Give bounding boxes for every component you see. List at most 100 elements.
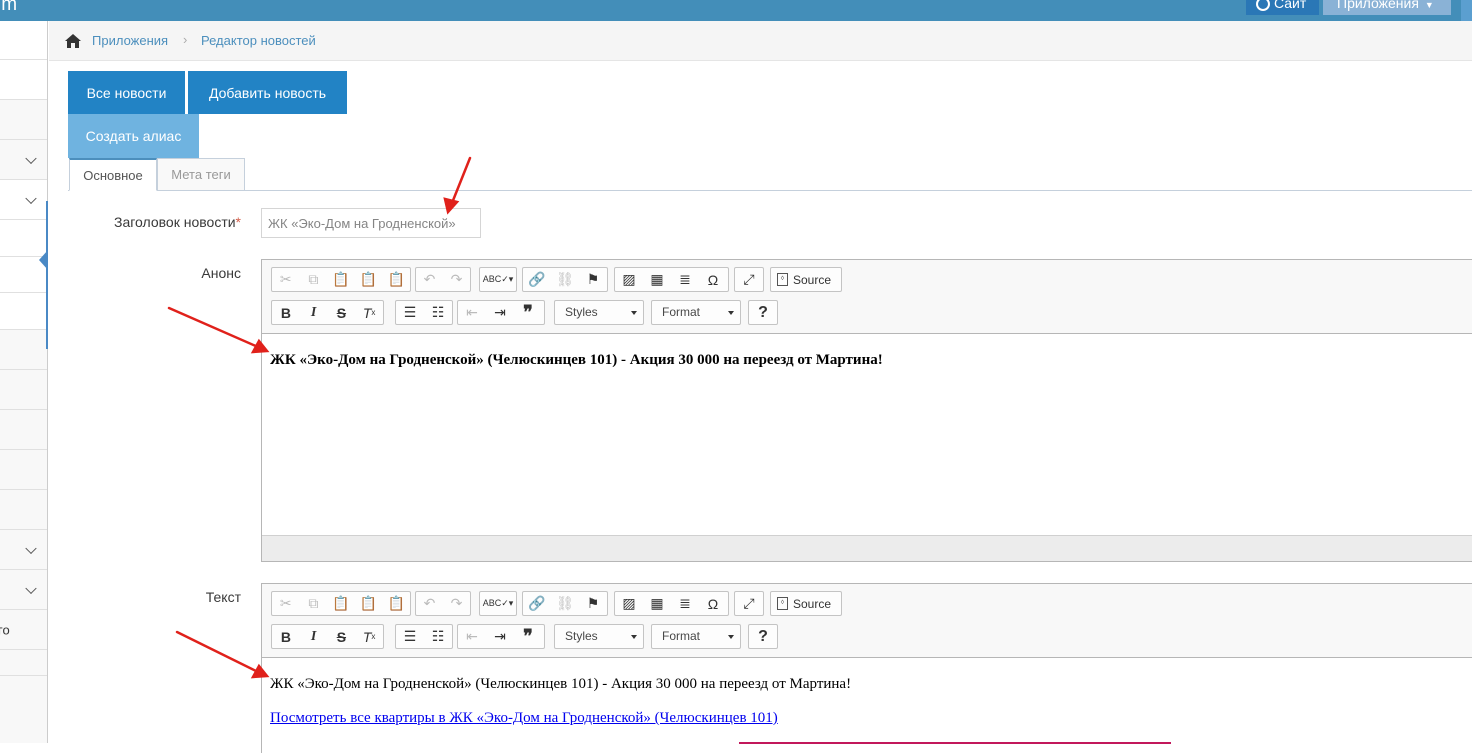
source-button[interactable]: ◊ Source [771, 268, 839, 291]
brand-text[interactable]: ım [0, 0, 17, 16]
add-news-button[interactable]: Добавить новость [188, 71, 347, 114]
paste-text-icon[interactable]: 📋 [355, 592, 383, 615]
table-icon[interactable]: ▦ [643, 592, 671, 615]
create-alias-button[interactable]: Создать алиас [68, 114, 199, 158]
undo-icon[interactable]: ↶ [416, 268, 443, 291]
sidebar-item[interactable] [0, 21, 47, 60]
sidebar-item[interactable] [0, 490, 47, 530]
paste-text-icon[interactable]: 📋 [355, 268, 383, 291]
link-icon[interactable]: 🔗 [523, 592, 551, 615]
paste-icon[interactable]: 📋 [327, 592, 355, 615]
announce-editor[interactable]: ✂ ⧉ 📋 📋 📋 ↶ ↷ ABC✓▾ 🔗 ⛓ ⚑ ▨ ▦ ≣ Ω ⤢ ◊ Sou [261, 259, 1472, 562]
italic-icon[interactable]: I [300, 301, 328, 324]
bold-icon[interactable]: B [272, 625, 300, 648]
source-icon: ◊ [777, 273, 788, 286]
cut-icon[interactable]: ✂ [272, 592, 300, 615]
italic-icon[interactable]: I [300, 625, 328, 648]
sidebar-item[interactable] [0, 450, 47, 490]
text-link[interactable]: Посмотреть все квартиры в ЖК «Эко-Дом на… [262, 710, 1472, 727]
spellcheck-group: ABC✓▾ [479, 591, 517, 616]
redo-icon[interactable]: ↷ [443, 592, 470, 615]
sidebar-item[interactable] [0, 410, 47, 450]
sidebar-item[interactable] [0, 650, 47, 676]
horizontal-line-icon[interactable]: ≣ [671, 592, 699, 615]
copy-icon[interactable]: ⧉ [300, 268, 328, 291]
format-dropdown[interactable]: Format [651, 300, 741, 325]
help-button[interactable]: ? [749, 625, 777, 648]
sidebar-item[interactable] [0, 330, 47, 370]
breadcrumb-link-apps[interactable]: Приложения [92, 33, 168, 48]
format-dropdown[interactable]: Format [651, 624, 741, 649]
all-news-button[interactable]: Все новости [68, 71, 185, 114]
title-label-text: Заголовок новости [114, 214, 236, 230]
styles-dropdown[interactable]: Styles [554, 624, 644, 649]
paste-word-icon[interactable]: 📋 [382, 268, 410, 291]
sidebar-item[interactable] [0, 676, 47, 743]
sidebar-item-expanded[interactable] [0, 180, 47, 220]
anchor-flag-icon[interactable]: ⚑ [579, 592, 607, 615]
remove-format-icon[interactable]: Tx [355, 625, 383, 648]
remove-format-icon[interactable]: Tx [355, 301, 383, 324]
indent-icon[interactable]: ⇥ [486, 301, 514, 324]
bullet-list-icon[interactable]: ☷ [424, 625, 452, 648]
sidebar-item-expandable[interactable] [0, 530, 47, 570]
editor-toolbar: ✂ ⧉ 📋 📋 📋 ↶ ↷ ABC✓▾ 🔗 ⛓ ⚑ ▨ ▦ ≣ Ω ⤢ ◊ Sou [262, 260, 1472, 334]
content-divider [739, 742, 1171, 744]
sidebar-item-expandable[interactable] [0, 570, 47, 610]
sidebar-item-expandable[interactable] [0, 140, 47, 180]
site-button[interactable]: Сайт [1246, 0, 1319, 15]
special-char-icon[interactable]: Ω [699, 592, 727, 615]
source-button[interactable]: ◊ Source [771, 592, 839, 615]
special-char-icon[interactable]: Ω [699, 268, 727, 291]
spellcheck-icon[interactable]: ABC✓▾ [480, 268, 516, 291]
indent-icon[interactable]: ⇥ [486, 625, 514, 648]
links-group: 🔗 ⛓ ⚑ [522, 267, 608, 292]
caret-down-icon: ▼ [1424, 0, 1434, 10]
copy-icon[interactable]: ⧉ [300, 592, 328, 615]
home-icon[interactable] [64, 33, 82, 49]
sidebar-item[interactable]: го [0, 610, 47, 650]
maximize-icon[interactable]: ⤢ [735, 592, 763, 615]
announce-content[interactable]: ЖК «Эко-Дом на Гродненской» (Челюскинцев… [262, 352, 1472, 369]
numbered-list-icon[interactable]: ☰ [396, 301, 424, 324]
blockquote-icon[interactable]: ❞ [514, 301, 542, 324]
news-title-input[interactable] [261, 208, 481, 238]
help-button[interactable]: ? [749, 301, 777, 324]
tab-meta-tags[interactable]: Мета теги [157, 158, 245, 191]
outdent-icon[interactable]: ⇤ [458, 625, 486, 648]
text-editor[interactable]: ✂ ⧉ 📋 📋 📋 ↶ ↷ ABC✓▾ 🔗 ⛓ ⚑ ▨ ▦ ≣ Ω ⤢ ◊ Sou [261, 583, 1472, 753]
numbered-list-icon[interactable]: ☰ [396, 625, 424, 648]
paste-icon[interactable]: 📋 [327, 268, 355, 291]
image-icon[interactable]: ▨ [615, 268, 643, 291]
help-group: ? [748, 624, 778, 649]
sidebar-item[interactable] [0, 100, 47, 140]
bullet-list-icon[interactable]: ☷ [424, 301, 452, 324]
table-icon[interactable]: ▦ [643, 268, 671, 291]
text-paragraph[interactable]: ЖК «Эко-Дом на Гродненской» (Челюскинцев… [262, 676, 1472, 693]
sidebar-item[interactable] [0, 60, 47, 100]
tab-main[interactable]: Основное [69, 158, 157, 191]
sidebar-item[interactable] [0, 370, 47, 410]
undo-icon[interactable]: ↶ [416, 592, 443, 615]
strike-icon[interactable]: S [328, 301, 356, 324]
unlink-icon[interactable]: ⛓ [551, 592, 579, 615]
chevron-down-icon [25, 582, 37, 594]
outdent-icon[interactable]: ⇤ [458, 301, 486, 324]
cut-icon[interactable]: ✂ [272, 268, 300, 291]
blockquote-icon[interactable]: ❞ [514, 625, 542, 648]
paste-word-icon[interactable]: 📋 [382, 592, 410, 615]
image-icon[interactable]: ▨ [615, 592, 643, 615]
maximize-icon[interactable]: ⤢ [735, 268, 763, 291]
spellcheck-icon[interactable]: ABC✓▾ [480, 592, 516, 615]
redo-icon[interactable]: ↷ [443, 268, 470, 291]
styles-dropdown[interactable]: Styles [554, 300, 644, 325]
sidebar-subitem[interactable] [0, 293, 47, 330]
apps-dropdown-button[interactable]: Приложения ▼ [1323, 0, 1451, 15]
link-icon[interactable]: 🔗 [523, 268, 551, 291]
bold-icon[interactable]: B [272, 301, 300, 324]
breadcrumb-current[interactable]: Редактор новостей [201, 33, 316, 48]
anchor-flag-icon[interactable]: ⚑ [579, 268, 607, 291]
horizontal-line-icon[interactable]: ≣ [671, 268, 699, 291]
unlink-icon[interactable]: ⛓ [551, 268, 579, 291]
strike-icon[interactable]: S [328, 625, 356, 648]
